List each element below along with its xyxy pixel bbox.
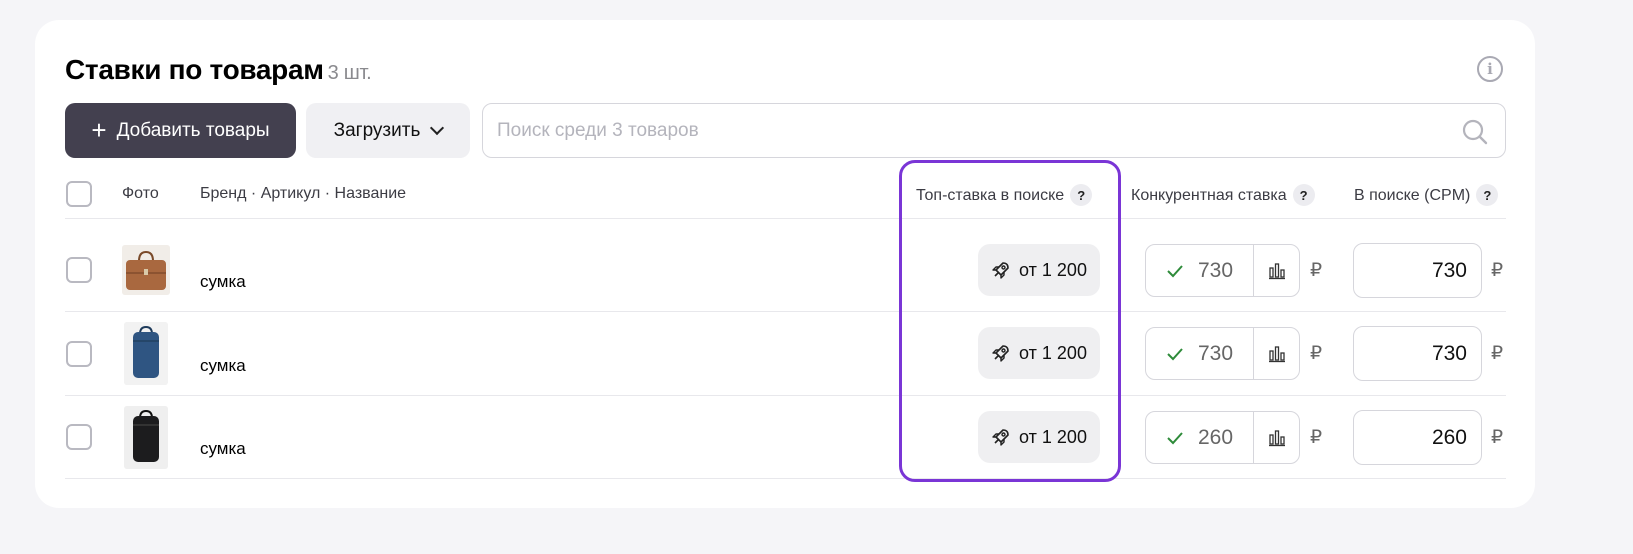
competitive-bid-value[interactable]: 260 bbox=[1146, 412, 1254, 463]
add-products-button[interactable]: + Добавить товары bbox=[65, 103, 296, 158]
divider bbox=[65, 218, 1506, 219]
competitive-bid-field: 260 bbox=[1145, 411, 1300, 464]
info-icon[interactable]: i bbox=[1477, 56, 1503, 82]
column-competitive-bid[interactable]: Конкурентная ставка? bbox=[1131, 184, 1315, 207]
help-icon[interactable]: ? bbox=[1070, 184, 1093, 206]
row-checkbox[interactable] bbox=[66, 424, 92, 450]
divider bbox=[65, 478, 1506, 479]
rocket-icon bbox=[992, 262, 1009, 279]
column-top-bid[interactable]: Топ-ставка в поиске? bbox=[916, 184, 1093, 207]
row-checkbox[interactable] bbox=[66, 257, 92, 283]
competitive-bid-value[interactable]: 730 bbox=[1146, 245, 1254, 296]
help-icon[interactable]: ? bbox=[1292, 184, 1315, 206]
divider bbox=[65, 311, 1506, 312]
column-cpm[interactable]: В поиске (CPM)? bbox=[1354, 184, 1499, 207]
divider bbox=[65, 395, 1506, 396]
currency-label: ₽ bbox=[1310, 260, 1323, 281]
currency-label: ₽ bbox=[1491, 427, 1504, 448]
competitive-bid-field: 730 bbox=[1145, 244, 1300, 297]
column-name[interactable]: Бренд · Артикул · Название bbox=[200, 185, 406, 203]
product-name[interactable]: сумка bbox=[200, 439, 246, 459]
search-icon[interactable] bbox=[1461, 118, 1489, 146]
product-photo-blue-backpack[interactable] bbox=[124, 322, 168, 385]
page-title: Ставки по товарам 3 шт. bbox=[65, 54, 372, 85]
top-bid-button[interactable]: от 1 200 bbox=[978, 244, 1100, 296]
search-box bbox=[482, 103, 1506, 158]
chevron-down-icon bbox=[430, 120, 445, 135]
items-count: 3 шт. bbox=[327, 62, 372, 84]
help-icon[interactable]: ? bbox=[1476, 184, 1499, 206]
bar-chart-icon[interactable] bbox=[1254, 245, 1299, 296]
column-photo: Фото bbox=[122, 185, 159, 202]
top-bid-button[interactable]: от 1 200 bbox=[978, 327, 1100, 379]
upload-dropdown-button[interactable]: Загрузить bbox=[306, 103, 470, 158]
currency-label: ₽ bbox=[1491, 260, 1504, 281]
cpm-input[interactable]: 730 bbox=[1353, 326, 1482, 381]
product-name[interactable]: сумка bbox=[200, 356, 246, 376]
search-input[interactable] bbox=[497, 116, 1437, 146]
product-name[interactable]: сумка bbox=[200, 272, 246, 292]
plus-icon: + bbox=[91, 114, 107, 145]
currency-label: ₽ bbox=[1310, 343, 1323, 364]
bar-chart-icon[interactable] bbox=[1254, 412, 1299, 463]
product-photo-brown-bag[interactable] bbox=[122, 245, 170, 295]
currency-label: ₽ bbox=[1491, 343, 1504, 364]
check-icon bbox=[1167, 431, 1183, 444]
cpm-input[interactable]: 730 bbox=[1353, 243, 1482, 298]
row-checkbox[interactable] bbox=[66, 341, 92, 367]
check-icon bbox=[1167, 264, 1183, 277]
top-bid-button[interactable]: от 1 200 bbox=[978, 411, 1100, 463]
check-icon bbox=[1167, 347, 1183, 360]
select-all-checkbox[interactable] bbox=[66, 181, 92, 207]
rocket-icon bbox=[992, 429, 1009, 446]
cpm-input[interactable]: 260 bbox=[1353, 410, 1482, 465]
competitive-bid-value[interactable]: 730 bbox=[1146, 328, 1254, 379]
rocket-icon bbox=[992, 345, 1009, 362]
competitive-bid-field: 730 bbox=[1145, 327, 1300, 380]
currency-label: ₽ bbox=[1310, 427, 1323, 448]
product-photo-black-backpack[interactable] bbox=[124, 406, 168, 469]
bar-chart-icon[interactable] bbox=[1254, 328, 1299, 379]
